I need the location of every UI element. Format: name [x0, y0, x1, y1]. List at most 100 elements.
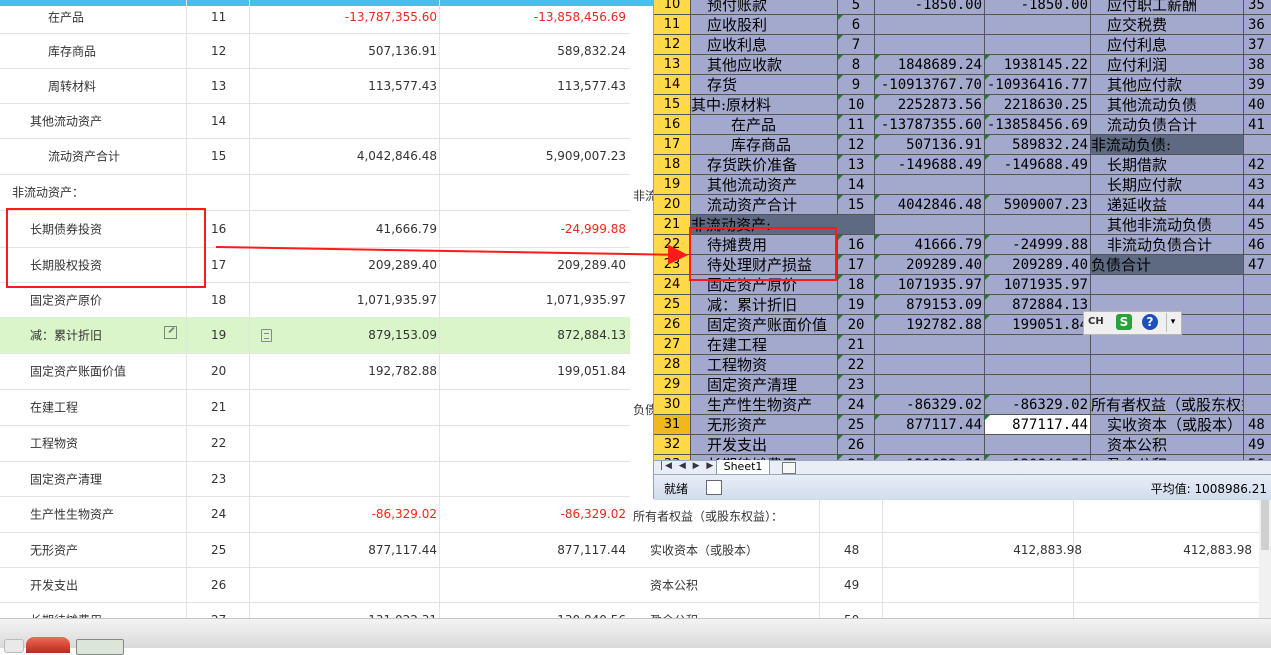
sheet-cell[interactable]	[1244, 335, 1271, 355]
sheet-cell[interactable]: 47	[1244, 255, 1271, 275]
sheet-cell[interactable]: 6	[838, 15, 875, 35]
sheet-cell[interactable]: -149688.49	[985, 155, 1091, 175]
table-row[interactable]: 所有者权益（或股东权益）：	[630, 499, 1271, 533]
sheet-cell[interactable]: 应收利息	[691, 35, 838, 55]
sheet-cell[interactable]: 877117.44	[985, 415, 1091, 435]
sheet-cell[interactable]: -86329.02	[985, 395, 1091, 415]
sheet-cell[interactable]: 应付职工薪酬	[1091, 0, 1244, 15]
sheet-cell[interactable]: 负债合计	[1091, 255, 1244, 275]
row-header[interactable]: 15	[654, 95, 691, 115]
sheet-cell[interactable]: 2218630.25	[985, 95, 1091, 115]
row-header[interactable]: 31	[654, 415, 691, 435]
row-header[interactable]: 32	[654, 435, 691, 455]
sheet-cell[interactable]: 1071935.97	[985, 275, 1091, 295]
sheet-cell[interactable]: 872884.13	[985, 295, 1091, 315]
sheet-cell[interactable]: 工程物资	[691, 355, 838, 375]
sheet-cell[interactable]: 48	[1244, 415, 1271, 435]
sheet-cell[interactable]: 877117.44	[875, 415, 985, 435]
sheet-cell[interactable]: 879153.09	[875, 295, 985, 315]
sheet-cell[interactable]	[1244, 375, 1271, 395]
row-header[interactable]: 11	[654, 15, 691, 35]
sheet-cell[interactable]: 库存商品	[691, 135, 838, 155]
sheet-cell[interactable]: 应付利息	[1091, 35, 1244, 55]
sheet-cell[interactable]	[875, 335, 985, 355]
sheet-cell[interactable]: 无形资产	[691, 415, 838, 435]
sheet-cell[interactable]	[875, 15, 985, 35]
sheet-cell[interactable]: 1848689.24	[875, 55, 985, 75]
sheet-cell[interactable]: 长期借款	[1091, 155, 1244, 175]
row-header[interactable]: 18	[654, 155, 691, 175]
sheet-cell[interactable]	[1091, 375, 1244, 395]
sheet-cell[interactable]	[875, 375, 985, 395]
insert-sheet-icon[interactable]	[782, 462, 796, 474]
sheet-cell[interactable]: 41666.79	[875, 235, 985, 255]
sheet-cell[interactable]: 应收股利	[691, 15, 838, 35]
sheet-cell[interactable]: 24	[838, 395, 875, 415]
sheet-cell[interactable]: 生产性生物资产	[691, 395, 838, 415]
sheet-cell[interactable]: 18	[838, 275, 875, 295]
row-header[interactable]: 24	[654, 275, 691, 295]
row-header[interactable]: 16	[654, 115, 691, 135]
sheet-cell[interactable]: 21	[838, 335, 875, 355]
sheet-cell[interactable]: -10913767.70	[875, 75, 985, 95]
sheet-cell[interactable]	[985, 215, 1091, 235]
sheet-cell[interactable]: 其他流动负债	[1091, 95, 1244, 115]
row-header[interactable]: 12	[654, 35, 691, 55]
sheet-cell[interactable]: 16	[838, 235, 875, 255]
sogou-icon[interactable]: S	[1116, 314, 1132, 330]
ime-language-icon[interactable]: CH	[1088, 316, 1104, 327]
sheet-cell[interactable]: -24999.88	[985, 235, 1091, 255]
sheet-cell[interactable]: 11	[838, 115, 875, 135]
sheet-cell[interactable]: 固定资产清理	[691, 375, 838, 395]
row-header[interactable]: 30	[654, 395, 691, 415]
sheet-cell[interactable]: 209289.40	[985, 255, 1091, 275]
sheet-cell[interactable]: -86329.02	[875, 395, 985, 415]
sheet-cell[interactable]: 35	[1244, 0, 1271, 15]
row-header[interactable]: 21	[654, 215, 691, 235]
sheet-cell[interactable]: 应交税费	[1091, 15, 1244, 35]
sheet-cell[interactable]: 15	[838, 195, 875, 215]
sheet-cell[interactable]: 其他应收款	[691, 55, 838, 75]
sheet-cell[interactable]: 存货跌价准备	[691, 155, 838, 175]
sheet-cell[interactable]	[1091, 275, 1244, 295]
sheet-cell[interactable]: 43	[1244, 175, 1271, 195]
sheet-cell[interactable]: 所有者权益（或股东权益）:	[1091, 395, 1244, 415]
sheet-cell[interactable]: 在产品	[691, 115, 838, 135]
sheet-cell[interactable]	[1244, 355, 1271, 375]
row-header[interactable]: 27	[654, 335, 691, 355]
row-header[interactable]: 19	[654, 175, 691, 195]
sheet-cell[interactable]: 38	[1244, 55, 1271, 75]
sheet-cell[interactable]: -10936416.77	[985, 75, 1091, 95]
sheet-cell[interactable]: 4042846.48	[875, 195, 985, 215]
sheet-cell[interactable]	[875, 435, 985, 455]
table-row[interactable]: 固定资产清理 23	[0, 461, 630, 497]
table-row[interactable]: 长期待摊费用27131,022.31130,840.56	[0, 602, 630, 618]
sheet-cell[interactable]: 10	[838, 95, 875, 115]
taskbar-button[interactable]	[4, 639, 24, 653]
sheet-cell[interactable]: 17	[838, 255, 875, 275]
sheet-cell[interactable]: 19	[838, 295, 875, 315]
table-row[interactable]: 周转材料 13 113,577.43 113,577.43	[0, 68, 630, 104]
sheet-cell[interactable]: 22	[838, 355, 875, 375]
sheet-cell[interactable]: 其他流动资产	[691, 175, 838, 195]
sheet-cell[interactable]: 589832.24	[985, 135, 1091, 155]
sheet-cell[interactable]: 固定资产账面价值	[691, 315, 838, 335]
table-row[interactable]: 非流动资产：	[0, 174, 630, 211]
sheet-cell[interactable]: 1071935.97	[875, 275, 985, 295]
sheet-cell[interactable]: 其他应付款	[1091, 75, 1244, 95]
sheet-cell[interactable]: 8	[838, 55, 875, 75]
sheet-cell[interactable]: 资本公积	[1091, 435, 1244, 455]
row-header[interactable]: 13	[654, 55, 691, 75]
edit-icon[interactable]	[164, 326, 177, 339]
sheet-cell[interactable]: 12	[838, 135, 875, 155]
sheet-cell[interactable]: 199051.84	[985, 315, 1091, 335]
sheet-cell[interactable]: 192782.88	[875, 315, 985, 335]
sheet-cell[interactable]: -13858456.69	[985, 115, 1091, 135]
sheet-cell[interactable]: 存货	[691, 75, 838, 95]
sheet-cell[interactable]: 44	[1244, 195, 1271, 215]
sheet-cell[interactable]: 7	[838, 35, 875, 55]
document-icon[interactable]	[261, 329, 272, 342]
sheet-cell[interactable]: 507136.91	[875, 135, 985, 155]
sheet-cell[interactable]: 5909007.23	[985, 195, 1091, 215]
sheet-cell[interactable]: 36	[1244, 15, 1271, 35]
